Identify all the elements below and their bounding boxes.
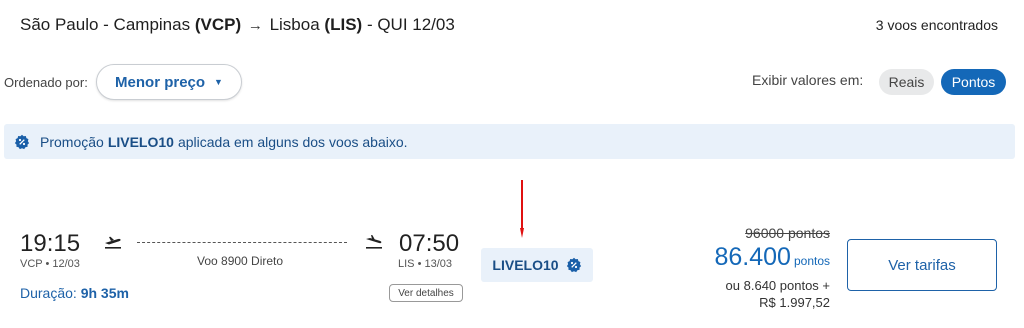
red-arrow-pointer <box>520 180 524 238</box>
promo-suffix: aplicada em alguns dos voos abaixo. <box>177 133 408 150</box>
view-fares-button[interactable]: Ver tarifas <box>847 239 997 291</box>
travel-date: - QUI 12/03 <box>366 15 455 34</box>
arrival-place: LIS • 13/03 <box>398 258 453 270</box>
price-alternative-cash: R$ 1.997,52 <box>759 295 830 310</box>
sort-dropdown[interactable]: Menor preço ▼ <box>96 64 242 100</box>
chevron-down-icon: ▼ <box>214 77 223 87</box>
flight-path-line <box>137 242 347 243</box>
promo-badge-icon <box>566 257 581 273</box>
display-values-label: Exibir valores em: <box>752 72 864 88</box>
destination-code: (LIS) <box>324 15 363 34</box>
takeoff-icon <box>105 236 121 249</box>
promo-tag-label: LIVELO10 <box>492 257 559 273</box>
price-points: 86.400 pontos <box>715 243 831 272</box>
promo-banner: Promoção LIVELO10 aplicada em alguns dos… <box>4 124 1015 159</box>
destination-city: Lisboa <box>269 15 320 34</box>
departure-time: 19:15 <box>20 230 81 257</box>
promo-badge-icon <box>14 134 30 149</box>
origin-city: São Paulo - Campinas <box>20 15 191 34</box>
landing-icon <box>366 235 382 249</box>
route-arrow-icon: → <box>247 17 263 34</box>
promo-tag: LIVELO10 <box>481 248 593 282</box>
toggle-pontos[interactable]: Pontos <box>941 69 1006 95</box>
sort-label: Ordenado por: <box>4 75 88 90</box>
promo-code: LIVELO10 <box>107 133 174 150</box>
flight-duration: Duração: 9h 35m <box>20 285 129 301</box>
duration-label: Duração: <box>20 285 77 301</box>
results-count: 3 voos encontrados <box>875 17 998 33</box>
route-title: São Paulo - Campinas (VCP) → Lisboa (LIS… <box>20 15 455 35</box>
price-alternative-points: ou 8.640 pontos + <box>725 278 830 293</box>
promo-prefix: Promoção <box>40 133 104 150</box>
duration-value: 9h 35m <box>80 285 129 301</box>
price-points-unit: pontos <box>793 254 830 268</box>
sort-selected: Menor preço <box>115 73 206 91</box>
arrival-time: 07:50 <box>399 230 460 257</box>
details-button[interactable]: Ver detalhes <box>389 284 463 302</box>
departure-place: VCP • 12/03 <box>20 258 80 270</box>
original-price: 96000 pontos <box>745 225 830 241</box>
origin-code: (VCP) <box>194 15 242 34</box>
price-points-value: 86.400 <box>714 243 791 271</box>
flight-info: Voo 8900 Direto <box>197 254 284 268</box>
toggle-reais[interactable]: Reais <box>879 69 934 95</box>
